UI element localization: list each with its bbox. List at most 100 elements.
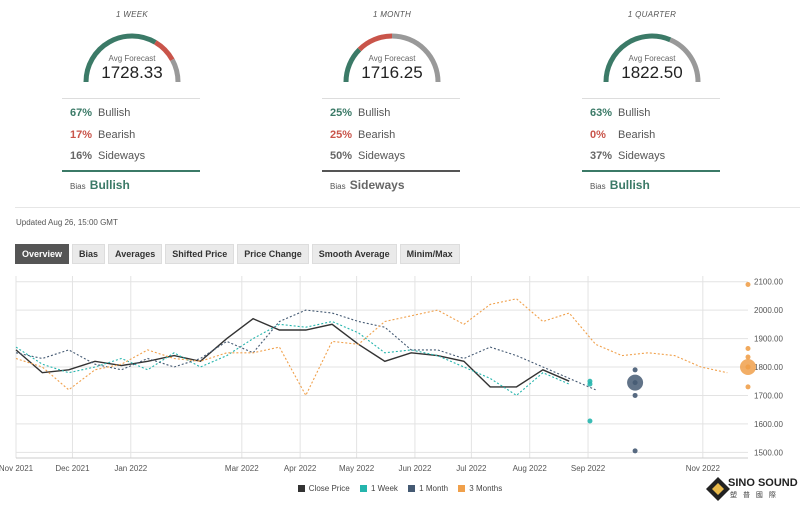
avg-forecast-label: Avg Forecast [368, 54, 416, 63]
x-tick-label: Dec 2021 [55, 464, 90, 473]
bias-label: Bias [70, 182, 86, 191]
forecast-point [587, 381, 593, 387]
forecast-point [745, 346, 751, 352]
bearish-pct: 25% [330, 129, 353, 141]
tab-overview[interactable]: Overview [15, 244, 70, 264]
avg-forecast-label: Avg Forecast [628, 54, 676, 63]
sideways-label: Sideways [618, 150, 666, 162]
forecast-point [745, 354, 751, 360]
bearish-pct: 0% [590, 129, 606, 141]
period-label: 1 QUARTER [627, 10, 677, 19]
x-tick-label: Jan 2022 [114, 464, 147, 473]
period-label: 1 MONTH [372, 10, 412, 19]
sideways-pct: 16% [70, 150, 93, 162]
section-divider [15, 207, 800, 208]
bias-value: Bullish [609, 178, 650, 192]
series-line-close-price [15, 317, 570, 388]
x-tick-label: Jul 2022 [456, 464, 487, 473]
forecast-point [745, 384, 751, 390]
bearish-row: 17% Bearish [70, 129, 135, 141]
legend-label: 3 Months [469, 484, 503, 493]
bias-underline [62, 170, 200, 172]
logo-subtext: 塑 普 國 際 [730, 492, 778, 499]
avg-forecast-value: 1822.50 [621, 63, 683, 82]
tab-price-change[interactable]: Price Change [237, 244, 309, 264]
bias-value: Sideways [349, 178, 405, 192]
bias: Bias Bullish [590, 178, 650, 192]
legend-swatch [297, 485, 305, 493]
bullish-label: Bullish [618, 107, 651, 119]
divider [322, 98, 460, 99]
y-tick-label: 1500.00 [754, 448, 783, 457]
bullish-row: 63% Bullish [590, 107, 650, 119]
bias-underline [582, 170, 720, 172]
y-tick-label: 2000.00 [754, 306, 783, 315]
bias-label: Bias [590, 182, 606, 191]
forecast-point [632, 448, 638, 454]
bullish-label: Bullish [358, 107, 391, 119]
logo-text: SINO SOUND [728, 477, 798, 489]
avg-forecast-value: 1728.33 [101, 63, 163, 82]
avg-forecast-value: 1716.25 [361, 63, 423, 82]
legend-close-price[interactable]: Close Price [297, 484, 350, 493]
forecast-average-point [740, 359, 756, 375]
bullish-row: 25% Bullish [330, 107, 390, 119]
legend-3-months[interactable]: 3 Months [458, 484, 502, 493]
legend-label: 1 Month [419, 484, 449, 493]
tab-averages[interactable]: Averages [108, 244, 163, 264]
y-tick-label: 1900.00 [754, 335, 783, 344]
chart-tabs: Overview Bias Averages Shifted Price Pri… [15, 244, 463, 264]
series-line-3-months [15, 298, 728, 397]
sideways-row: 37% Sideways [590, 150, 665, 162]
bias-label: Bias [330, 182, 346, 191]
divider [62, 98, 200, 99]
y-tick-label: 1700.00 [754, 391, 783, 400]
bullish-row: 67% Bullish [70, 107, 130, 119]
forecast-point [632, 392, 638, 398]
sideways-row: 16% Sideways [70, 150, 145, 162]
x-tick-label: Nov 2021 [0, 464, 34, 473]
legend-1-month[interactable]: 1 Month [408, 484, 448, 493]
chart-legend: Close Price 1 Week 1 Month 3 Months [0, 484, 800, 493]
bullish-pct: 25% [330, 107, 353, 119]
x-tick-label: Apr 2022 [284, 464, 317, 473]
bearish-row: 0% Bearish [590, 129, 655, 141]
forecast-point [587, 418, 593, 424]
bearish-row: 25% Bearish [330, 129, 395, 141]
legend-swatch [458, 485, 466, 493]
y-tick-label: 2100.00 [754, 278, 783, 287]
legend-swatch [359, 485, 367, 493]
sideways-pct: 37% [590, 150, 613, 162]
legend-label: Close Price [308, 484, 350, 493]
sideways-label: Sideways [358, 150, 406, 162]
series-line-1-week [15, 320, 570, 397]
updated-timestamp: Updated Aug 26, 15:00 GMT [16, 218, 118, 227]
bias: Bias Bullish [70, 178, 130, 192]
bias: Bias Sideways [330, 178, 405, 192]
sideways-label: Sideways [98, 150, 146, 162]
bearish-label: Bearish [358, 129, 396, 141]
bullish-pct: 67% [70, 107, 93, 119]
x-tick-label: Jun 2022 [398, 464, 431, 473]
forecast-chart: 1500.00 1600.00 1700.00 1800.00 1900.00 2000.… [0, 276, 783, 473]
tab-smooth-average[interactable]: Smooth Average [311, 244, 397, 264]
forecast-point [632, 367, 638, 373]
tab-minim-max[interactable]: Minim/Max [399, 244, 460, 264]
legend-1-week[interactable]: 1 Week [359, 484, 398, 493]
bearish-label: Bearish [618, 129, 656, 141]
tab-shifted-price[interactable]: Shifted Price [165, 244, 235, 264]
y-tick-label: 1800.00 [754, 363, 783, 372]
forecast-point [745, 282, 751, 288]
legend-label: 1 Week [370, 484, 398, 493]
tab-bias[interactable]: Bias [72, 244, 106, 264]
x-tick-label: Aug 2022 [513, 464, 548, 473]
sideways-pct: 50% [330, 150, 353, 162]
series-line-1-month [15, 309, 596, 391]
x-tick-label: Sep 2022 [571, 464, 606, 473]
sideways-row: 50% Sideways [330, 150, 405, 162]
bearish-label: Bearish [98, 129, 136, 141]
period-label: 1 WEEK [115, 10, 149, 19]
y-tick-label: 1600.00 [754, 420, 783, 429]
x-tick-label: May 2022 [339, 464, 375, 473]
bias-underline [322, 170, 460, 172]
